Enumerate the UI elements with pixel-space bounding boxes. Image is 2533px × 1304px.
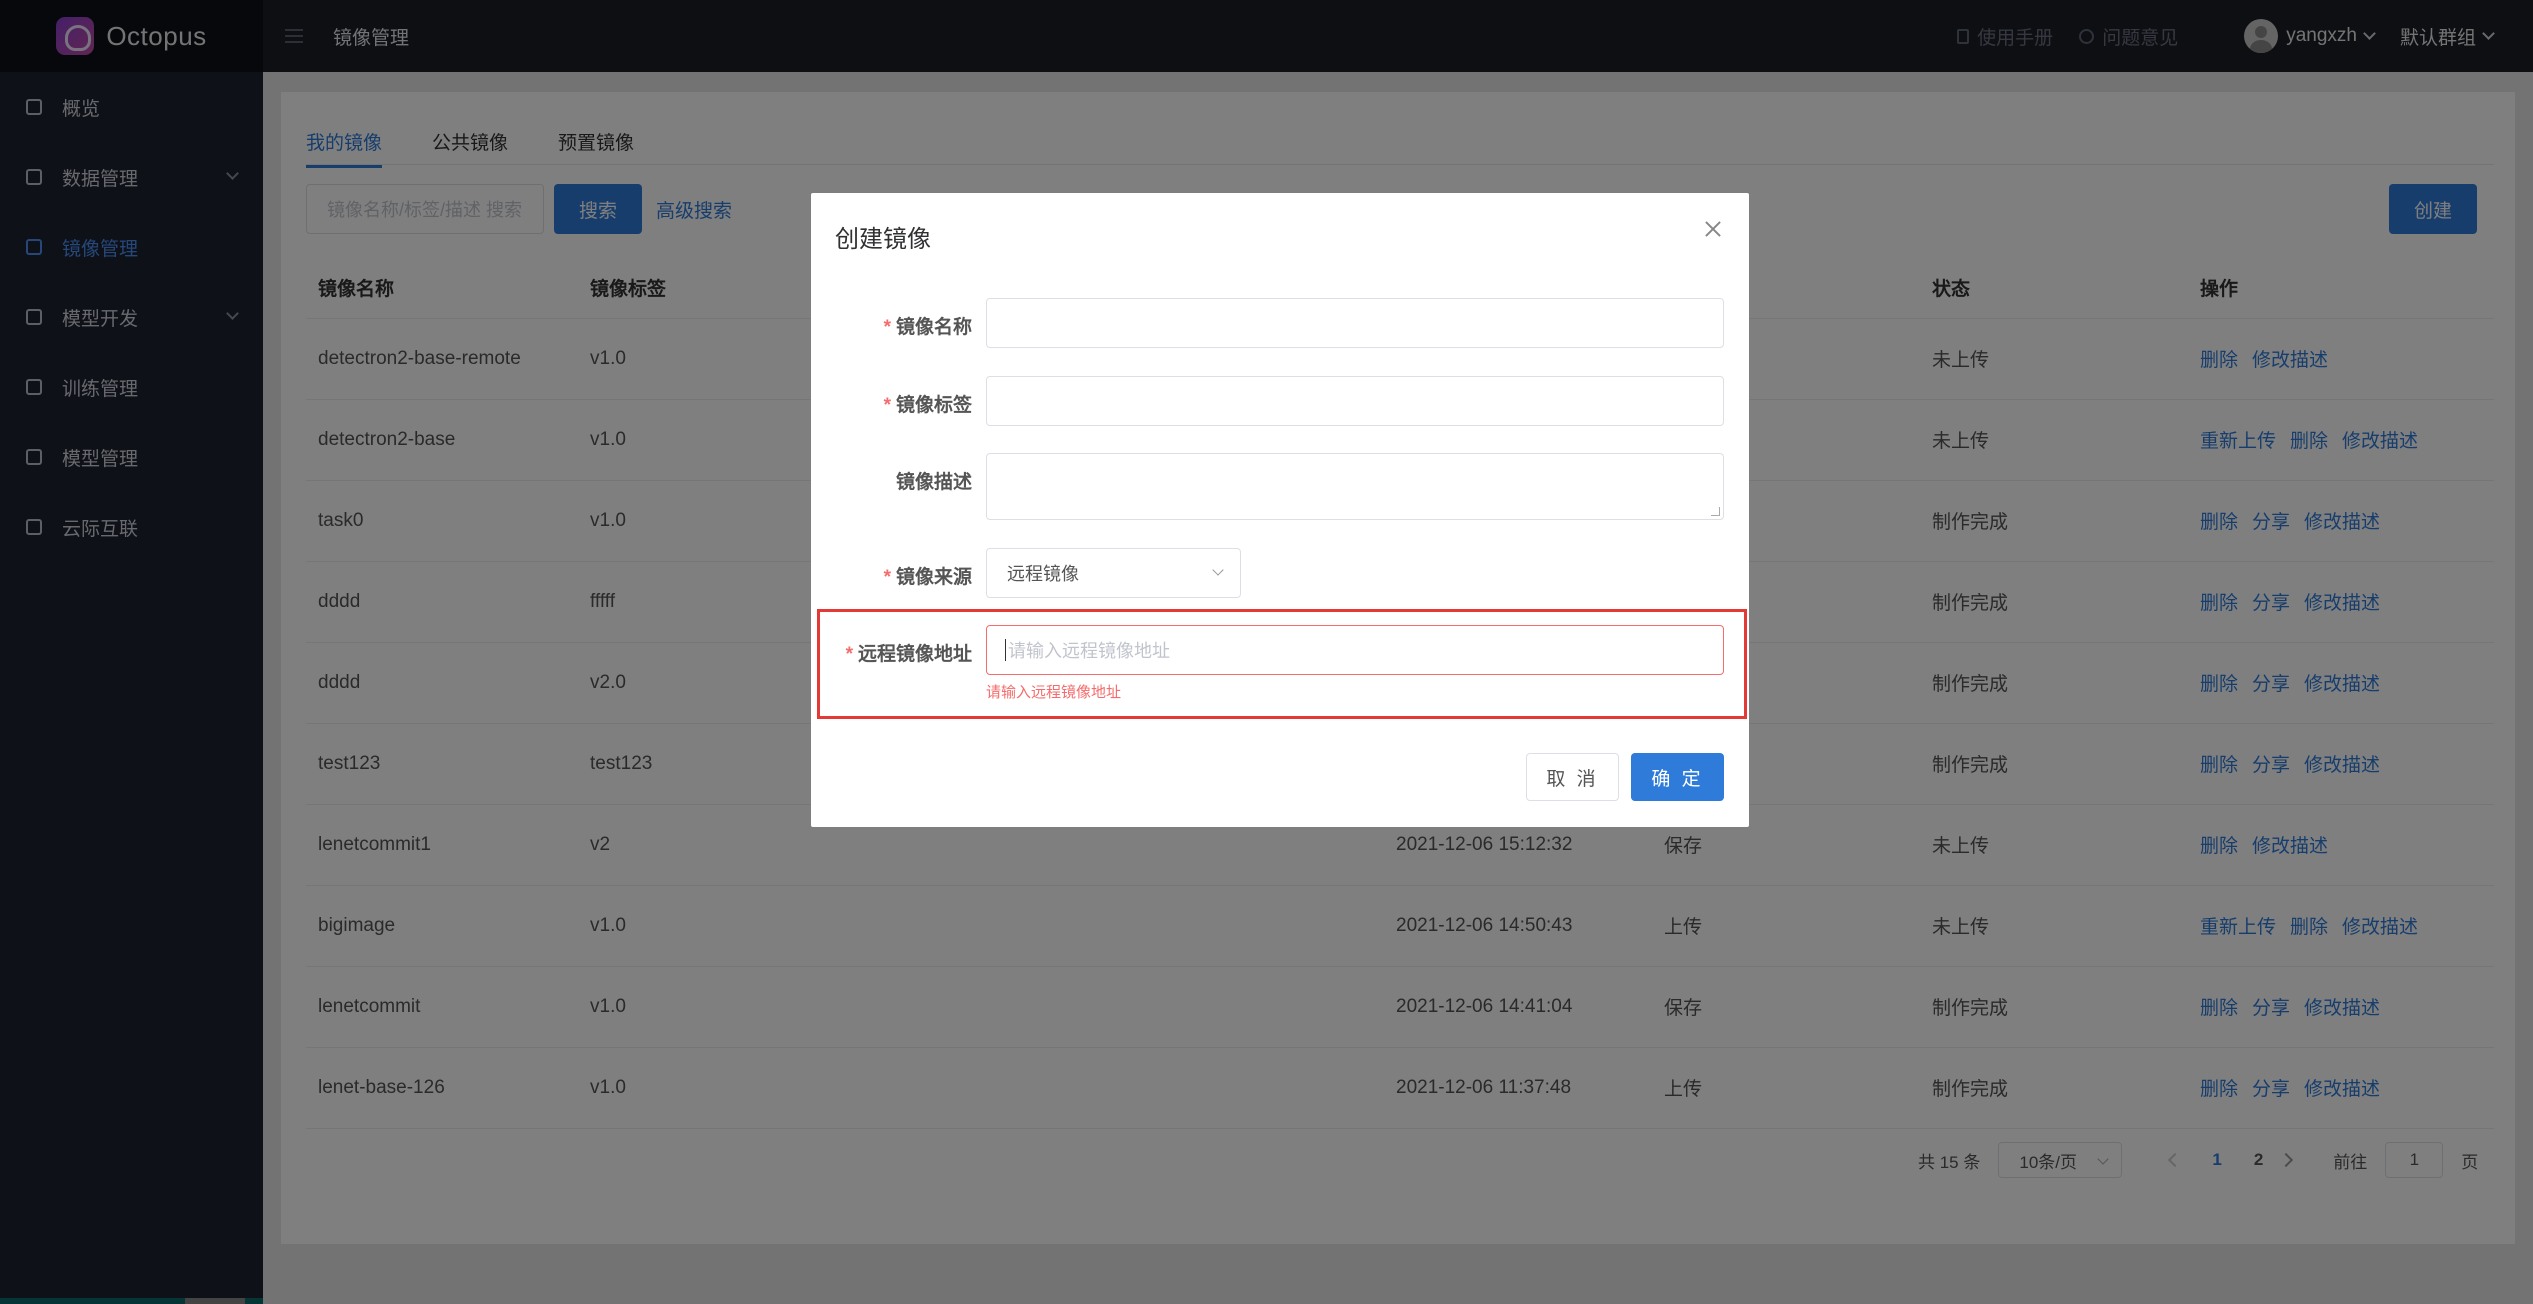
- text-cursor: [1005, 639, 1006, 661]
- required-mark: *: [883, 567, 891, 588]
- remote-label: 远程镜像地址: [857, 644, 972, 665]
- chevron-down-icon: [1212, 564, 1224, 576]
- image-tag-input[interactable]: [986, 376, 1724, 426]
- image-desc-textarea[interactable]: [986, 453, 1724, 520]
- create-image-dialog: 创建镜像 * 镜像名称 * 镜像标签 镜像描述 * 镜像来源 远程镜像 * 远程镜像地址…: [811, 193, 1749, 827]
- cancel-button[interactable]: 取 消: [1526, 753, 1619, 801]
- tag-label: 镜像标签: [895, 395, 972, 416]
- required-mark: *: [883, 395, 891, 416]
- close-icon[interactable]: [1705, 221, 1721, 237]
- remote-error-message: 请输入远程镜像地址: [986, 684, 1122, 701]
- field-label: * 镜像名称: [884, 312, 972, 339]
- image-source-select[interactable]: 远程镜像: [986, 548, 1241, 598]
- dialog-title: 创建镜像: [835, 226, 931, 253]
- field-label: * 镜像来源: [884, 562, 972, 589]
- required-mark: *: [845, 644, 853, 665]
- field-label: * 镜像标签: [884, 390, 972, 417]
- name-label: 镜像名称: [895, 317, 972, 338]
- remote-placeholder: 请输入远程镜像地址: [1008, 641, 1170, 661]
- image-name-input[interactable]: [986, 298, 1724, 348]
- required-mark: *: [883, 317, 891, 338]
- source-label: 镜像来源: [895, 567, 972, 588]
- desc-label: 镜像描述: [895, 472, 972, 493]
- confirm-button[interactable]: 确 定: [1631, 753, 1724, 801]
- field-label: * 远程镜像地址: [846, 639, 972, 666]
- remote-address-input[interactable]: 请输入远程镜像地址: [986, 625, 1724, 675]
- source-value: 远程镜像: [1007, 564, 1079, 584]
